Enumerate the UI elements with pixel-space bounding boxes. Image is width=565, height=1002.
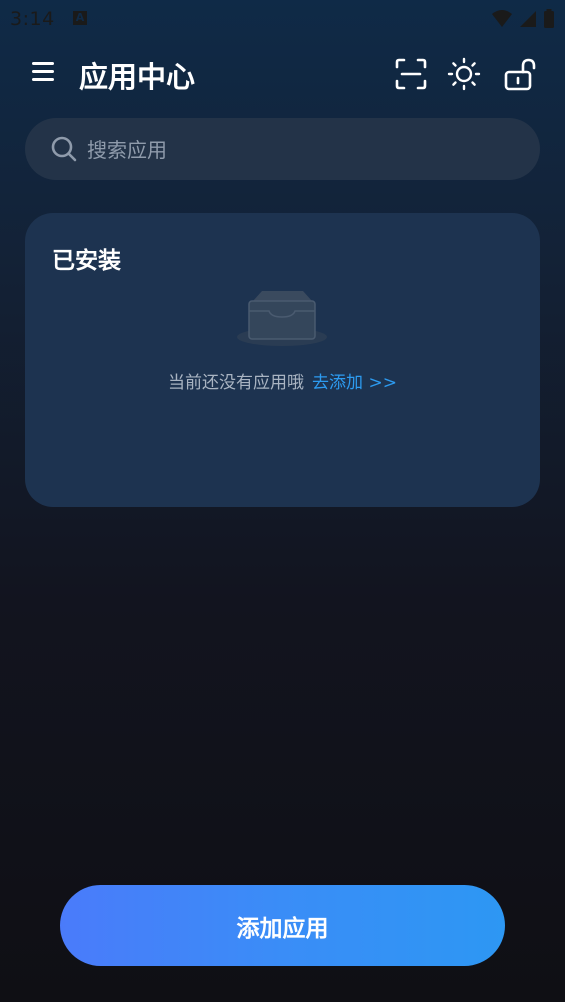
empty-inbox-icon [237,291,327,346]
search-input[interactable] [85,128,509,172]
search-icon [51,136,77,162]
menu-icon[interactable] [32,62,54,82]
empty-state: 当前还没有应用哦 去添加 >> [25,368,540,393]
empty-text: 当前还没有应用哦 [168,373,305,393]
scan-icon[interactable] [393,56,429,92]
installed-title: 已安装 [52,248,121,274]
wifi-icon [492,10,512,27]
battery-icon [544,9,554,28]
status-bar: 3:14 A [0,0,565,36]
status-time: 3:14 [10,8,55,30]
status-icons [491,9,555,29]
go-add-link[interactable]: 去添加 >> [312,373,397,393]
brightness-icon[interactable] [446,56,482,92]
notification-a-icon: A [73,11,87,25]
search-box[interactable] [25,118,540,180]
unlock-icon[interactable] [501,56,537,92]
page-title: 应用中心 [79,60,196,94]
signal-icon [520,11,536,27]
installed-card: 已安装 当前还没有应用哦 去添加 >> [25,213,540,507]
header: 应用中心 [0,48,565,102]
add-app-button[interactable]: 添加应用 [60,885,505,966]
